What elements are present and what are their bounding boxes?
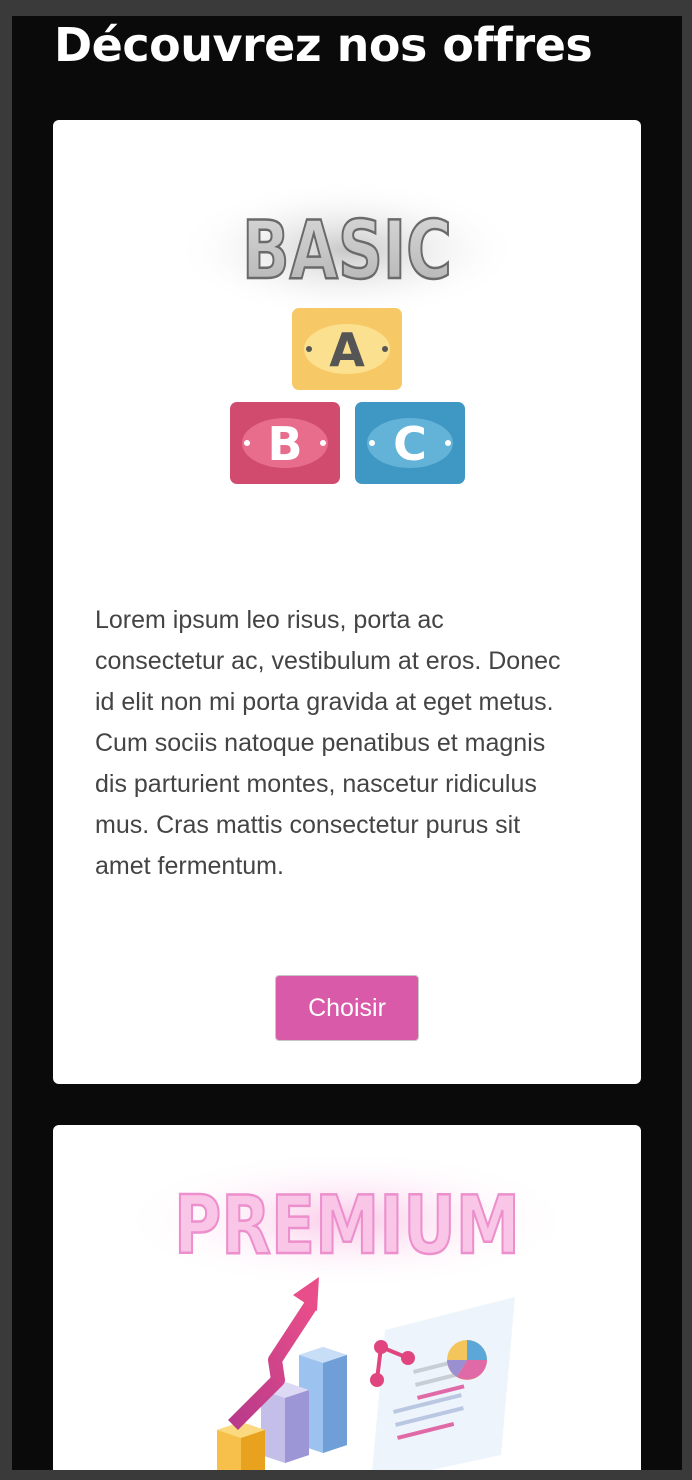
offer-description: Lorem ipsum leo risus, porta ac consecte…: [95, 606, 561, 880]
abc-blocks-icon: A B C: [230, 308, 465, 484]
offer-card-basic: BASIC A B C Lorem ipsum leo risus, porta…: [53, 120, 641, 1084]
basic-offer-illustration: BASIC A B C: [172, 180, 522, 484]
basic-badge-text: BASIC: [242, 204, 452, 297]
premium-badge-text: PREMIUM: [174, 1179, 520, 1272]
block-b-icon: B: [230, 402, 340, 484]
block-a-icon: A: [292, 308, 402, 390]
block-c-icon: C: [355, 402, 465, 484]
page-title: Découvrez nos offres: [54, 18, 593, 72]
block-c-letter: C: [393, 417, 427, 471]
block-b-letter: B: [267, 417, 302, 471]
offer-card-premium: PREMIUM: [53, 1125, 641, 1470]
block-a-letter: A: [329, 323, 365, 377]
premium-offer-illustration: PREMIUM: [117, 1150, 577, 1470]
page-viewport: Découvrez nos offres BASIC A B C Lorem i…: [12, 16, 682, 1470]
growth-chart-illustration-icon: [217, 1277, 515, 1470]
choose-button[interactable]: Choisir: [275, 975, 419, 1041]
